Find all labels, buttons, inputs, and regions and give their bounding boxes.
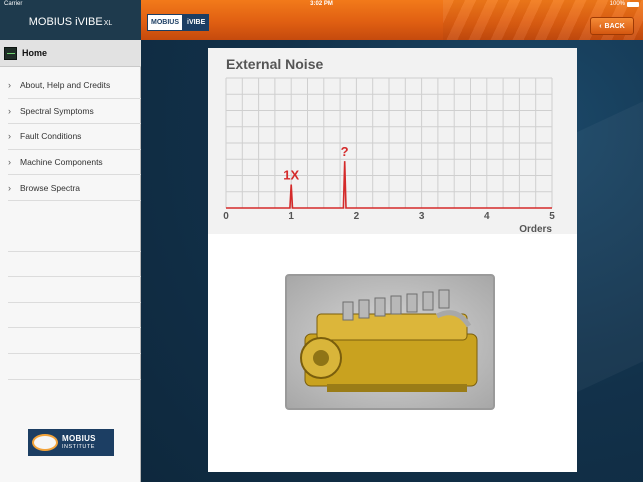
sidebar-item-label: Home: [22, 48, 48, 58]
back-button[interactable]: ‹ BACK: [590, 17, 634, 35]
chevron-right-icon: ›: [8, 105, 11, 116]
chevron-right-icon: ›: [8, 182, 11, 193]
sidebar-item-machine-components[interactable]: › Machine Components: [8, 150, 141, 176]
sidebar-item-label: Fault Conditions: [20, 131, 82, 142]
sidebar: MOBIUS iVIBE XL Home › About, Help and Cr…: [0, 0, 141, 482]
logo-line2: INSTITUTE: [62, 443, 95, 450]
app-logo-mobius: MOBIUS: [147, 14, 183, 31]
battery-icon: [627, 1, 639, 7]
sidebar-menu: › About, Help and Credits › Spectral Sym…: [0, 73, 141, 201]
x-tick-label: 5: [549, 211, 555, 222]
x-tick-label: 3: [419, 211, 425, 222]
status-time: 3:02 PM: [310, 1, 333, 7]
sidebar-item-browse-spectra[interactable]: › Browse Spectra: [8, 175, 141, 201]
back-label: BACK: [604, 22, 625, 30]
x-tick-label: 4: [484, 211, 490, 222]
empty-list-rows: [8, 226, 141, 380]
sidebar-title-suffix: XL: [103, 20, 113, 27]
sidebar-item-fault-conditions[interactable]: › Fault Conditions: [8, 124, 141, 150]
peak-annotation-1: ?: [341, 144, 349, 159]
peak-annotation-0: 1X: [283, 168, 299, 183]
chevron-right-icon: ›: [8, 131, 11, 142]
sidebar-item-label: Spectral Symptoms: [20, 105, 94, 116]
app-logo: MOBIUS iVIBE: [147, 14, 210, 31]
chart-title: External Noise: [226, 56, 323, 72]
logo-line1: MOBIUS: [62, 433, 96, 443]
x-tick-label: 2: [354, 211, 360, 222]
sidebar-item-label: Machine Components: [20, 157, 103, 168]
chevron-left-icon: ‹: [599, 22, 602, 30]
mobius-logo-icon: [32, 434, 58, 451]
spectrum-chart-svg: External Noise 1X? 0 1 2 3 4 5 Orders: [223, 56, 555, 234]
diesel-engine-image: [300, 289, 478, 392]
battery-indicator: 100%: [610, 1, 639, 7]
engine-image: [285, 274, 495, 410]
app-logo-ivibe: iVIBE: [183, 14, 210, 31]
sidebar-item-label: About, Help and Credits: [20, 80, 111, 91]
sidebar-item-about[interactable]: › About, Help and Credits: [8, 73, 141, 99]
x-tick-label: 0: [223, 211, 229, 222]
x-tick-label: 1: [288, 211, 294, 222]
sidebar-item-spectral-symptoms[interactable]: › Spectral Symptoms: [8, 99, 141, 125]
sidebar-item-label: Browse Spectra: [20, 182, 80, 193]
chevron-right-icon: ›: [8, 157, 11, 168]
chevron-right-icon: ›: [8, 80, 11, 91]
sidebar-item-home[interactable]: Home: [0, 40, 141, 67]
sidebar-title-text: MOBIUS iVIBE: [28, 16, 103, 28]
oscilloscope-icon: [4, 46, 17, 60]
x-axis-label: Orders: [519, 224, 552, 234]
battery-percent: 100%: [609, 1, 625, 7]
mobius-institute-logo: MOBIUS INSTITUTE: [28, 429, 114, 456]
spectrum-chart: External Noise 1X? 0 1 2 3 4 5 Orders: [208, 48, 577, 234]
status-bar: Carrier 3:02 PM 100%: [0, 0, 643, 10]
content-card: External Noise 1X? 0 1 2 3 4 5 Orders: [208, 48, 577, 472]
